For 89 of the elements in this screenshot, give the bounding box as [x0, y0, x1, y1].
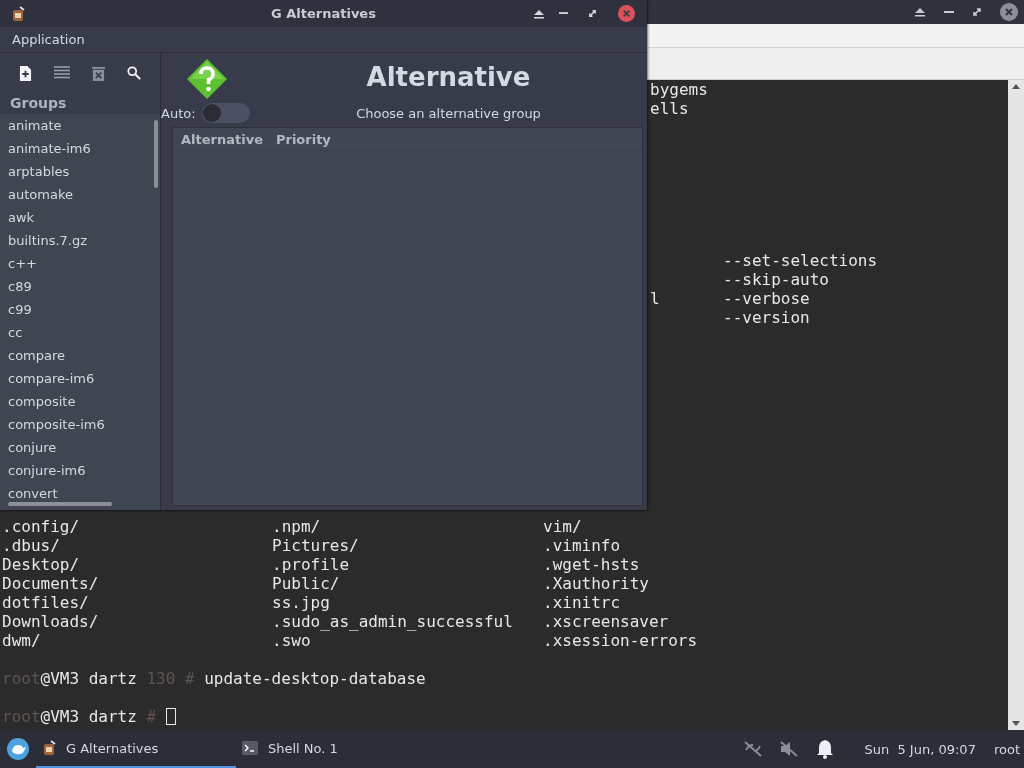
auto-label: Auto:: [161, 105, 196, 121]
column-header[interactable]: Alternative: [181, 131, 263, 147]
group-item[interactable]: arptables: [0, 160, 160, 183]
group-item[interactable]: c89: [0, 275, 160, 298]
file-name: Public/: [272, 574, 340, 593]
group-item[interactable]: c99: [0, 298, 160, 321]
group-item[interactable]: compare: [0, 344, 160, 367]
terminal-text: --set-selections: [723, 251, 878, 270]
file-name: .npm/: [272, 517, 321, 536]
eject-icon[interactable]: [533, 7, 545, 20]
file-name: Desktop/: [2, 555, 80, 574]
group-item[interactable]: conjure-im6: [0, 459, 160, 482]
group-item[interactable]: conjure: [0, 436, 160, 459]
app-icon: [42, 740, 56, 756]
list-icon[interactable]: [54, 66, 70, 80]
prompt-user: root: [2, 669, 41, 688]
taskbar-button[interactable]: G Alternatives: [36, 730, 236, 768]
minimize-icon[interactable]: [559, 12, 568, 15]
scroll-down-icon[interactable]: [1012, 721, 1020, 726]
close-icon[interactable]: [1000, 3, 1018, 21]
new-file-icon[interactable]: [19, 65, 32, 81]
terminal-text: --verbose: [723, 289, 810, 308]
file-name: .config/: [2, 517, 80, 536]
list-heading: Groups: [9, 94, 68, 113]
file-name: Documents/: [2, 574, 99, 593]
file-name: dwm/: [2, 631, 41, 650]
file-name: vim/: [543, 517, 582, 536]
eject-icon[interactable]: [914, 6, 926, 18]
column-header[interactable]: Priority: [275, 131, 331, 147]
maximize-icon[interactable]: [588, 9, 597, 18]
scroll-up-icon[interactable]: [1012, 84, 1020, 89]
terminal-text: --skip-auto: [723, 270, 829, 289]
menu-item[interactable]: Application: [12, 32, 85, 47]
group-item[interactable]: cc: [0, 321, 160, 344]
group-item[interactable]: automake: [0, 183, 160, 206]
minimize-icon[interactable]: [944, 10, 954, 14]
file-name: .viminfo: [543, 536, 621, 555]
delete-icon[interactable]: [92, 65, 105, 81]
prompt-symbol: #: [184, 669, 195, 688]
prompt-user: root: [2, 707, 41, 726]
file-name: Pictures/: [272, 536, 359, 555]
window-title: G Alternatives: [271, 6, 376, 21]
file-name: dotfiles/: [2, 593, 89, 612]
clock[interactable]: Sun 5 Jun, 09:07: [864, 741, 976, 757]
question-icon: [186, 58, 228, 100]
terminal-text: --version: [723, 308, 810, 327]
file-name: .xscreensaver: [543, 612, 669, 631]
group-item[interactable]: animate-im6: [0, 137, 160, 160]
group-item[interactable]: builtins.7.gz: [0, 229, 160, 252]
group-item[interactable]: compare-im6: [0, 367, 160, 390]
file-name: .xsession-errors: [543, 631, 698, 650]
launcher-icon[interactable]: [7, 738, 29, 760]
file-name: .profile: [272, 555, 350, 574]
terminal-text: ells: [650, 99, 689, 118]
command-text: update-desktop-database: [204, 669, 426, 688]
search-icon[interactable]: [127, 66, 141, 80]
maximize-icon[interactable]: [972, 7, 982, 17]
file-name: .swo: [272, 631, 311, 650]
muted-speaker-icon[interactable]: [780, 741, 799, 757]
terminal-text: l: [650, 289, 660, 308]
scrollbar[interactable]: [1008, 80, 1024, 730]
file-name: .Xauthority: [543, 574, 649, 593]
taskbar-button[interactable]: Shell No. 1: [236, 730, 436, 768]
close-icon[interactable]: [618, 5, 635, 22]
prompt-host: @VM3 dartz: [40, 707, 137, 726]
heading: Alternative: [365, 62, 532, 92]
file-name: .xinitrc: [543, 593, 621, 612]
group-item[interactable]: c++: [0, 252, 160, 275]
terminal-icon: [242, 741, 258, 755]
group-item[interactable]: composite: [0, 390, 160, 413]
file-name: Downloads/: [2, 612, 99, 631]
prompt-host: @VM3 dartz: [40, 669, 137, 688]
hint-text: Choose an alternative group: [355, 105, 542, 121]
file-name: ss.jpg: [272, 593, 330, 612]
group-item[interactable]: convert: [0, 482, 160, 505]
prompt-symbol: #: [146, 707, 157, 726]
group-item[interactable]: awk: [0, 206, 160, 229]
user-name[interactable]: root: [993, 741, 1020, 757]
file-name: .dbus/: [2, 536, 60, 555]
file-name: .sudo_as_admin_successful: [272, 612, 513, 631]
scrollbar-thumb[interactable]: [154, 120, 158, 188]
scrollbar-thumb[interactable]: [8, 502, 112, 506]
app-icon: [11, 5, 25, 22]
terminal-text: bygems: [650, 80, 708, 99]
group-item[interactable]: composite-im6: [0, 413, 160, 436]
group-item[interactable]: animate: [0, 114, 160, 137]
bell-icon[interactable]: [816, 739, 835, 759]
file-name: .wget-hsts: [543, 555, 640, 574]
auto-switch[interactable]: [201, 103, 250, 123]
